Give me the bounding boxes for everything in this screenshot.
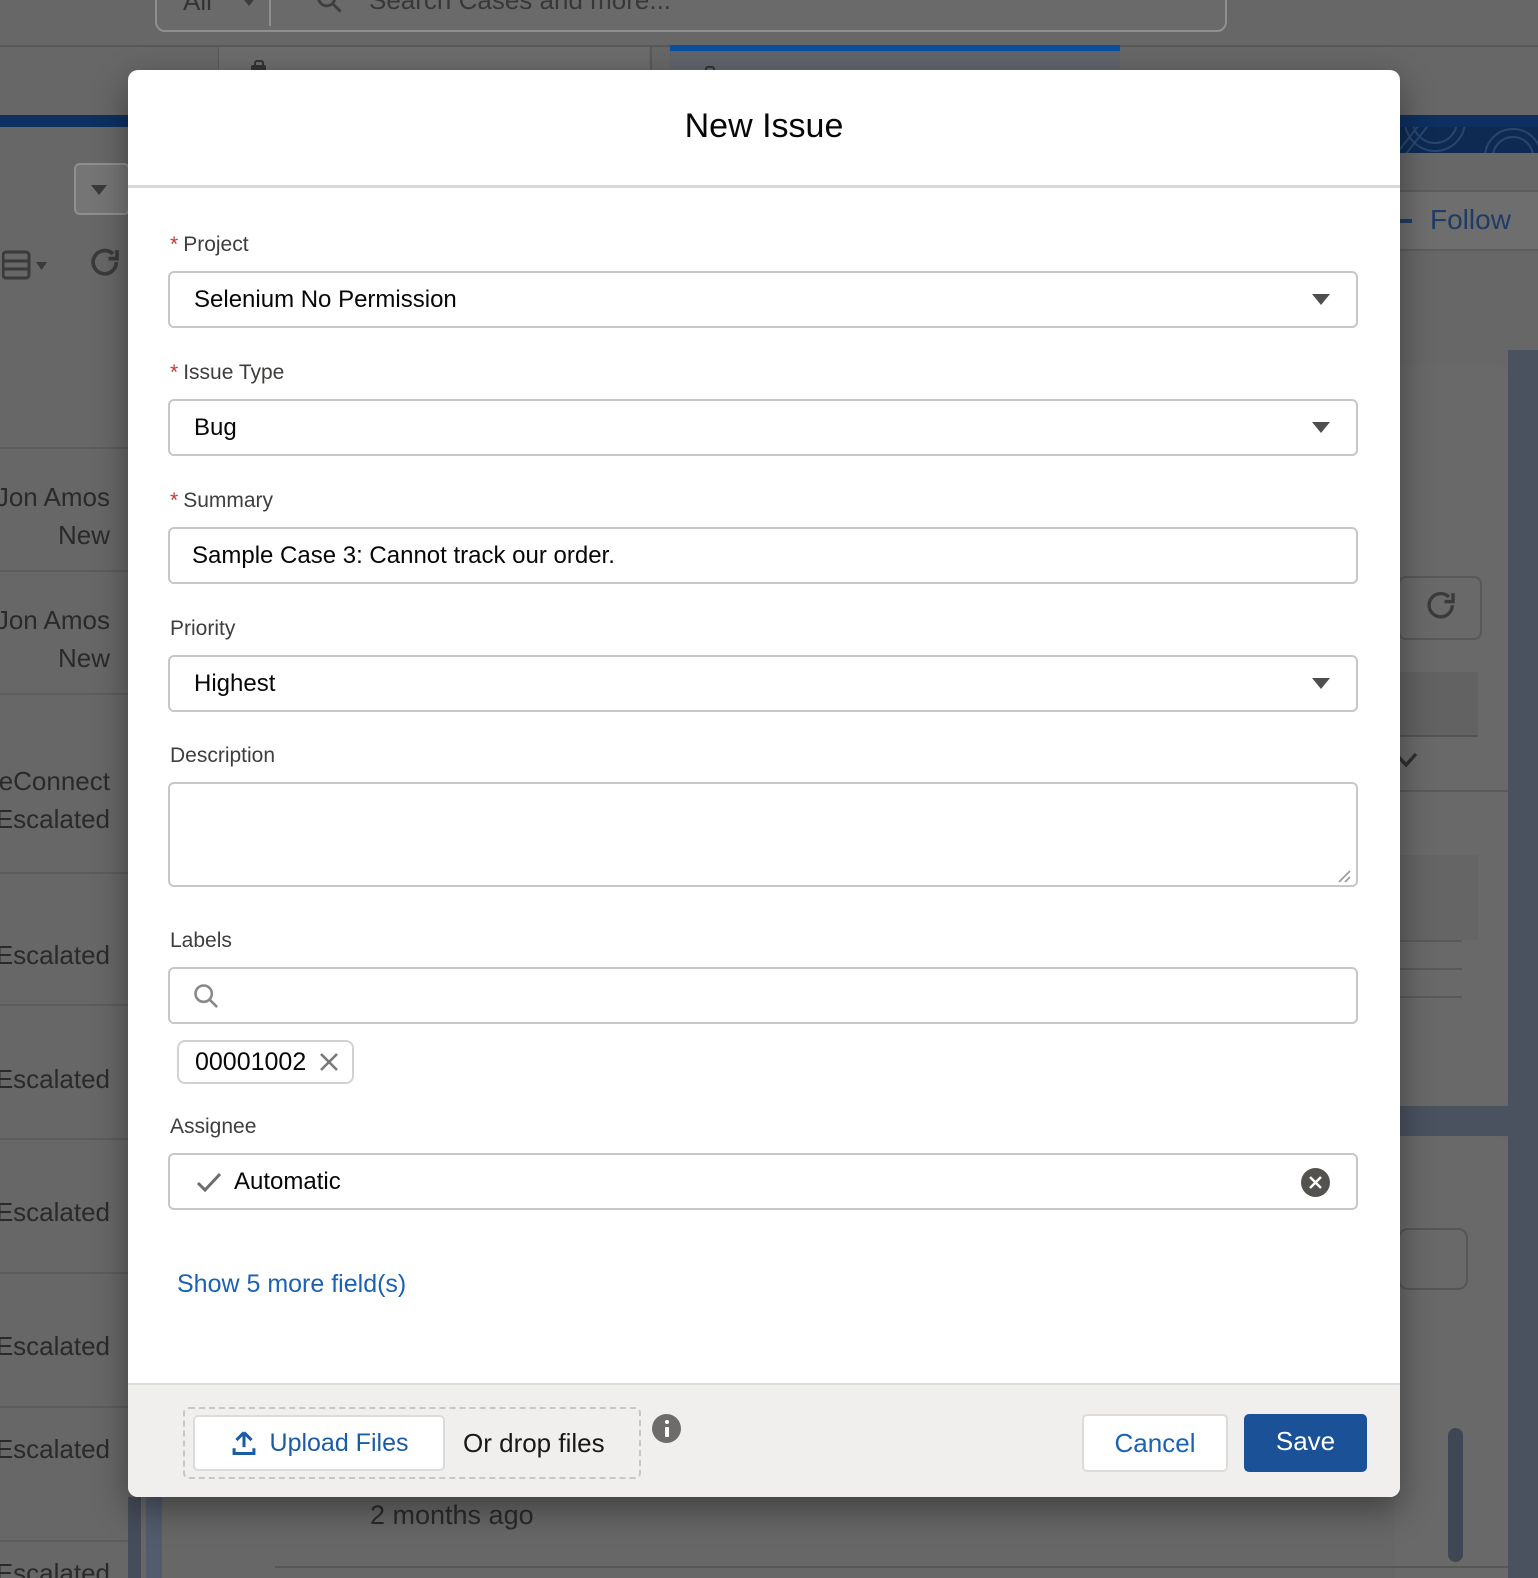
timeline-rail (128, 1497, 141, 1578)
search-icon (192, 982, 220, 1010)
label-chip[interactable]: 00001002 (177, 1040, 354, 1084)
priority-select[interactable]: Highest (168, 655, 1358, 712)
summary-label: *Summary (170, 489, 273, 513)
labels-label: Labels (170, 929, 232, 953)
cancel-button[interactable]: Cancel (1082, 1414, 1228, 1472)
drop-files-label: Or drop files (463, 1409, 605, 1477)
chevron-down-icon (1312, 294, 1330, 305)
divider (1398, 968, 1462, 970)
app-background (1395, 1106, 1538, 1136)
search-scope-selector[interactable]: All (183, 0, 212, 30)
assignee-label: Assignee (170, 1115, 256, 1139)
display-as-icon[interactable] (2, 250, 48, 284)
labels-search-input[interactable] (168, 967, 1358, 1024)
divider (0, 693, 128, 695)
required-marker: * (170, 361, 178, 384)
upload-files-button[interactable]: Upload Files (193, 1415, 445, 1471)
status-cell: Escalated (0, 1064, 110, 1095)
status-cell: Escalated (0, 940, 110, 971)
chevron-down-icon (1312, 678, 1330, 689)
follow-button[interactable]: Follow (1430, 204, 1511, 236)
divider (0, 872, 128, 874)
modal-title: New Issue (128, 70, 1400, 182)
description-label: Description (170, 744, 275, 768)
resize-handle[interactable] (1336, 868, 1351, 883)
divider (0, 447, 128, 449)
remove-chip-icon[interactable] (318, 1051, 340, 1073)
required-marker: * (170, 489, 178, 512)
modal-header: New Issue (128, 70, 1400, 188)
save-button[interactable]: Save (1244, 1414, 1367, 1472)
list-view-dropdown-button[interactable] (74, 163, 130, 215)
table-row: eConnect (0, 766, 110, 797)
label-chip-text: 00001002 (195, 1048, 306, 1077)
status-cell: Escalated (0, 1197, 110, 1228)
chevron-down-icon (1312, 422, 1330, 433)
search-input[interactable]: Search Cases and more... (369, 0, 671, 28)
upload-icon (230, 1429, 258, 1457)
divider (0, 1272, 128, 1274)
refresh-icon[interactable] (88, 248, 122, 282)
project-select[interactable]: Selenium No Permission (168, 271, 1358, 328)
refresh-icon (1424, 591, 1458, 625)
new-issue-modal: New Issue *Project Selenium No Permissio… (128, 70, 1400, 1497)
assignee-combobox[interactable]: Automatic (168, 1153, 1358, 1210)
app-page: All Search Cases and more... (0, 0, 1538, 1578)
divider (0, 1138, 128, 1140)
issue-type-value: Bug (194, 401, 237, 454)
scrollbar-thumb[interactable] (1448, 1428, 1463, 1562)
status-cell: New (58, 520, 110, 551)
banner-pattern (1395, 127, 1538, 153)
panel-button[interactable] (1398, 1228, 1468, 1290)
chevron-down-icon (241, 0, 257, 6)
priority-label: Priority (170, 617, 235, 641)
divider (0, 1004, 128, 1006)
status-cell: Escalated (0, 1434, 110, 1465)
file-drop-zone[interactable]: Upload Files Or drop files (183, 1407, 641, 1479)
status-cell: Escalated (0, 1558, 110, 1578)
divider (0, 1406, 128, 1408)
issue-type-select[interactable]: Bug (168, 399, 1358, 456)
modal-footer: Upload Files Or drop files Cancel Save (128, 1383, 1400, 1497)
description-textarea[interactable] (168, 782, 1358, 887)
issue-type-label: *Issue Type (170, 361, 284, 385)
summary-input[interactable] (168, 527, 1358, 584)
clear-assignee-button[interactable] (1301, 1168, 1330, 1197)
status-cell: Escalated (0, 1331, 110, 1362)
follow-row: Follow (1400, 190, 1538, 251)
priority-value: Highest (194, 657, 275, 710)
divider (1398, 790, 1508, 792)
divider (0, 1540, 128, 1542)
assignee-value: Automatic (234, 1155, 341, 1208)
status-cell: Escalated (0, 804, 110, 835)
panel-tile (1398, 855, 1478, 940)
chevron-down-icon (91, 185, 107, 195)
show-more-fields-link[interactable]: Show 5 more field(s) (177, 1270, 406, 1299)
refresh-button[interactable] (1398, 576, 1482, 640)
divider (275, 1566, 1508, 1568)
feed-timestamp: 2 months ago (370, 1500, 534, 1531)
project-value: Selenium No Permission (194, 273, 457, 326)
global-search-bar[interactable]: All Search Cases and more... (155, 0, 1227, 32)
timeline-rail (146, 1497, 162, 1578)
upload-files-label: Upload Files (270, 1429, 409, 1458)
app-background (1508, 350, 1538, 1578)
check-icon (196, 1172, 222, 1192)
page-header-banner (1395, 127, 1538, 153)
panel-tile (1398, 672, 1478, 737)
required-marker: * (170, 233, 178, 256)
project-label: *Project (170, 233, 249, 257)
search-icon (315, 0, 343, 14)
close-icon (1308, 1175, 1323, 1190)
status-cell: New (58, 643, 110, 674)
divider (269, 0, 271, 26)
info-icon[interactable] (652, 1414, 681, 1443)
table-row: Jon Amos (0, 605, 110, 636)
divider (1398, 940, 1462, 942)
divider (0, 570, 128, 572)
table-row: Jon Amos (0, 482, 110, 513)
divider (1398, 996, 1462, 998)
add-icon (1400, 219, 1412, 223)
